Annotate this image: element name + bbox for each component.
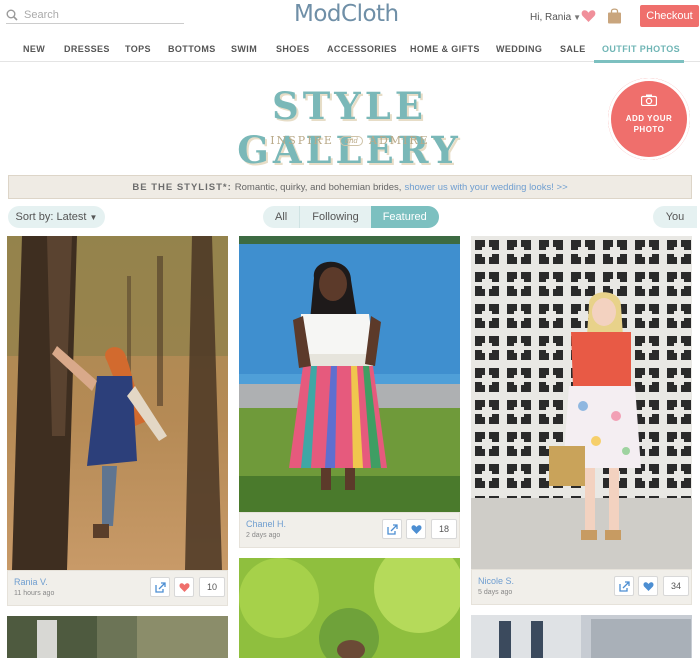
- nav-item-dresses[interactable]: DRESSES: [64, 44, 110, 54]
- modcloth-logo[interactable]: ModCloth: [294, 1, 399, 27]
- nav-item-swim[interactable]: SWIM: [231, 44, 257, 54]
- outfit-card[interactable]: Chanel H. 2 days ago 18: [239, 236, 460, 548]
- banner-text: Romantic, quirky, and bohemian brides,: [234, 181, 402, 193]
- outfit-card[interactable]: Rania V. 11 hours ago 10: [7, 236, 228, 606]
- nav-item-home-gifts[interactable]: HOME & GIFTS: [410, 44, 480, 54]
- like-button[interactable]: [174, 577, 194, 597]
- tagline-admire: ADMIRE: [369, 134, 430, 147]
- tab-following[interactable]: Following: [300, 206, 370, 228]
- chevron-down-icon: ▼: [573, 13, 582, 22]
- card-timestamp: 11 hours ago: [14, 590, 55, 597]
- nav-item-tops[interactable]: TOPS: [125, 44, 151, 54]
- share-button[interactable]: [150, 577, 170, 597]
- tab-all[interactable]: All: [263, 206, 299, 228]
- share-icon: [387, 524, 398, 535]
- search-box[interactable]: [6, 6, 184, 24]
- nav-item-sale[interactable]: SALE: [560, 44, 586, 54]
- search-icon: [6, 9, 18, 21]
- banner-link[interactable]: shower us with your wedding looks! >>: [404, 182, 567, 193]
- tagline-inspire: INSPIRE: [270, 134, 334, 147]
- card-timestamp: 5 days ago: [478, 589, 513, 596]
- outfit-card[interactable]: Nicole S. 5 days ago 34: [471, 236, 692, 605]
- nav-item-wedding[interactable]: WEDDING: [496, 44, 542, 54]
- share-button[interactable]: [382, 519, 402, 539]
- heart-icon[interactable]: [581, 9, 596, 23]
- like-heart-icon: [179, 583, 190, 592]
- checkout-button[interactable]: Checkout: [640, 5, 699, 27]
- top-bar: ModCloth Hi, Rania▼ Checkout: [0, 0, 700, 34]
- card-username[interactable]: Rania V.: [14, 577, 48, 587]
- like-button[interactable]: [638, 576, 658, 596]
- greeting-text: Hi, Rania: [530, 12, 572, 23]
- share-icon: [619, 581, 630, 592]
- shopping-bag-icon[interactable]: [607, 7, 622, 24]
- tab-you[interactable]: You: [653, 206, 697, 228]
- outfit-photo[interactable]: [471, 236, 692, 569]
- add-photo-label: ADD YOUR PHOTO: [625, 114, 673, 134]
- tagline-and: and: [339, 135, 364, 146]
- outfit-photo[interactable]: [7, 616, 228, 658]
- banner-lead: BE THE STYLIST*:: [132, 181, 232, 193]
- card-timestamp: 2 days ago: [246, 532, 281, 539]
- page-title: STYLE GALLERY: [237, 84, 462, 172]
- outfit-card[interactable]: [239, 558, 460, 658]
- nav-item-new[interactable]: NEW: [23, 44, 45, 54]
- like-heart-icon: [643, 582, 654, 591]
- share-icon: [155, 582, 166, 593]
- card-username[interactable]: Chanel H.: [246, 519, 286, 529]
- stylist-banner: BE THE STYLIST*: Romantic, quirky, and b…: [8, 175, 692, 199]
- card-meta: Rania V. 11 hours ago 10: [7, 570, 228, 606]
- chevron-down-icon: ▼: [89, 213, 98, 222]
- outfit-card[interactable]: [7, 616, 228, 658]
- nav-item-accessories[interactable]: ACCESSORIES: [327, 44, 397, 54]
- outfit-photo[interactable]: [239, 558, 460, 658]
- outfit-photo[interactable]: [471, 615, 692, 658]
- tagline: INSPIRE and ADMIRE: [265, 134, 435, 147]
- nav-item-bottoms[interactable]: BOTTOMS: [168, 44, 216, 54]
- account-menu[interactable]: Hi, Rania ▼: [530, 12, 581, 23]
- main-nav: NEW DRESSES TOPS BOTTOMS SWIM SHOES ACCE…: [0, 36, 700, 63]
- like-count: 18: [431, 519, 457, 539]
- like-heart-icon: [411, 525, 422, 534]
- like-button[interactable]: [406, 519, 426, 539]
- search-input[interactable]: [24, 8, 174, 21]
- add-photo-button[interactable]: ADD YOUR PHOTO: [608, 78, 690, 160]
- outfit-card[interactable]: [471, 615, 692, 658]
- card-meta: Chanel H. 2 days ago 18: [239, 512, 460, 548]
- feed-filter-tabs: All Following Featured: [263, 206, 439, 228]
- share-button[interactable]: [614, 576, 634, 596]
- like-count: 34: [663, 576, 689, 596]
- camera-icon: [641, 94, 657, 106]
- active-nav-underline: [594, 60, 684, 63]
- nav-item-outfit-photos[interactable]: OUTFIT PHOTOS: [602, 44, 680, 54]
- tab-featured[interactable]: Featured: [370, 206, 439, 228]
- outfit-photo[interactable]: [239, 236, 460, 512]
- nav-item-shoes[interactable]: SHOES: [276, 44, 310, 54]
- card-meta: Nicole S. 5 days ago 34: [471, 569, 692, 605]
- sort-dropdown[interactable]: Sort by: Latest ▼: [8, 206, 105, 228]
- like-count: 10: [199, 577, 225, 597]
- outfit-photo[interactable]: [7, 236, 228, 570]
- card-username[interactable]: Nicole S.: [478, 576, 514, 586]
